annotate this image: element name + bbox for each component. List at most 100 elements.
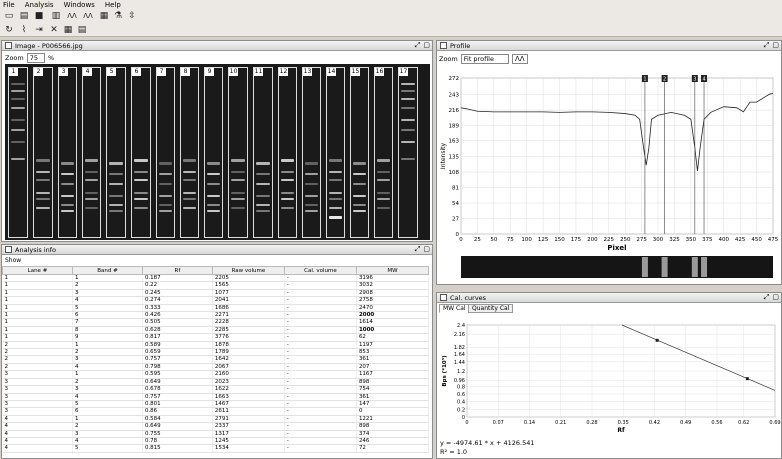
tab-mw-cal[interactable]: MW Cal [439, 304, 470, 313]
gel-band [281, 159, 294, 162]
gel-lane[interactable]: 3 [58, 67, 77, 238]
table-row[interactable]: 3 2 0.649 2023-898 [2, 378, 430, 387]
y-tick-label: 54 [452, 201, 459, 207]
gel-lane[interactable]: 8 [180, 67, 199, 238]
table-row[interactable]: 1 1 0.187 2205-3196 [2, 274, 430, 283]
table-row[interactable]: 1 9 0.817 3776-62 [2, 333, 430, 342]
menu-windows[interactable]: Windows [64, 1, 95, 9]
gel-band [305, 162, 318, 165]
table-row[interactable]: 4 5 0.815 1534-72 [2, 444, 430, 453]
band-marker-label: 1 [643, 77, 646, 83]
table-row[interactable]: 3 3 0.678 1622-754 [2, 385, 430, 394]
table-row[interactable]: 4 2 0.649 2337-898 [2, 422, 430, 431]
zoom-bar: Zoom 75 % [5, 53, 54, 63]
gel-lane[interactable]: 11 [253, 67, 273, 238]
maximize-icon[interactable]: ▢ [772, 293, 779, 302]
table-row[interactable]: 4 4 0.78 1245-246 [2, 437, 430, 446]
gel-image[interactable]: 1 2 3 4 5 6 7 8 9 10 11 12 13 14 15 16 17 [5, 64, 430, 240]
table-row[interactable]: 2 2 0.659 1789-853 [2, 348, 430, 357]
restore-icon[interactable]: ⤢ [764, 293, 770, 302]
menu-bar: File Analysis Windows Help [0, 0, 782, 9]
table-row[interactable]: 3 5 0.801 1467-147 [2, 400, 430, 409]
table-row[interactable]: 4 3 0.755 1317-374 [2, 430, 430, 438]
table-row[interactable]: 2 3 0.757 1642-361 [2, 355, 430, 364]
grid-icon[interactable]: ▦ [97, 10, 111, 22]
table-cell: 0.757 [142, 355, 213, 364]
align-icon[interactable]: ⇳ [125, 10, 139, 22]
gel-lane[interactable]: 9 [204, 67, 223, 238]
gel-lane[interactable]: 6 [131, 67, 151, 238]
lanes-icon[interactable]: ▥ [49, 10, 63, 22]
maximize-icon[interactable]: ▢ [423, 245, 430, 254]
table-row[interactable]: 1 8 0.628 2285-1000 [2, 326, 430, 335]
bands-auto-icon[interactable]: ΛΛ [81, 10, 95, 22]
column-header[interactable]: Raw volume [211, 266, 285, 275]
table-row[interactable]: 3 4 0.757 1663-361 [2, 393, 430, 401]
zoom-select[interactable]: 75 [26, 53, 46, 63]
gel-band [207, 183, 220, 185]
table-cell: - [284, 311, 357, 320]
save-icon[interactable]: ■ [32, 10, 46, 22]
gel-band [109, 172, 123, 175]
table-icon[interactable]: ▦ [61, 24, 75, 36]
table-row[interactable]: 1 3 0.245 1077-2908 [2, 289, 430, 298]
profile-zoom-select[interactable]: Fit profile [460, 54, 509, 64]
table-row[interactable]: 2 1 0.589 1878-1197 [2, 341, 430, 350]
pipette-icon[interactable]: ⌇ [17, 24, 31, 36]
table-row[interactable]: 4 1 0.584 2791-1221 [2, 415, 430, 424]
cal-panel-titlebar: Cal. curves ⤢ ▢ [437, 293, 781, 303]
restore-icon[interactable]: ⤢ [764, 41, 770, 50]
split-icon[interactable]: ⇥ [32, 24, 46, 36]
table-row[interactable]: 2 4 0.798 2067-207 [2, 363, 430, 372]
gel-lane[interactable]: 2 [33, 67, 53, 238]
gel-lane[interactable]: 13 [302, 67, 321, 238]
menu-analysis[interactable]: Analysis [25, 1, 54, 9]
gel-band [231, 192, 245, 194]
restore-icon[interactable]: ⤢ [415, 245, 421, 254]
column-header[interactable]: Rf [141, 266, 213, 275]
table-row[interactable]: 1 4 0.274 2041-2758 [2, 296, 430, 305]
gel-lane[interactable]: 5 [106, 67, 126, 238]
table-cell: 1167 [356, 370, 430, 379]
gel-lane[interactable]: 17 [398, 67, 418, 238]
gel-lane[interactable]: 15 [350, 67, 369, 238]
gel-band [85, 192, 98, 194]
gel-lane[interactable]: 4 [82, 67, 101, 238]
rotate-icon[interactable]: ↻ [2, 24, 16, 36]
gel-band [36, 207, 50, 209]
flask-icon[interactable]: ⚗ [111, 10, 125, 22]
lane-number: 7 [157, 68, 166, 76]
show-label[interactable]: Show [5, 257, 21, 264]
menu-file[interactable]: File [3, 1, 15, 9]
gel-lane[interactable]: 12 [278, 67, 297, 238]
table-cell: 3 [72, 430, 143, 438]
gel-lane[interactable]: 7 [156, 67, 175, 238]
table-cell: 3196 [356, 274, 430, 283]
lane-number: 4 [83, 68, 92, 76]
maximize-icon[interactable]: ▢ [423, 41, 430, 50]
gel-lane[interactable]: 1 [8, 67, 28, 238]
tab-quantity-cal[interactable]: Quantity Cal [468, 304, 514, 313]
table-row[interactable]: 1 7 0.505 2228-1614 [2, 318, 430, 327]
menu-help[interactable]: Help [105, 1, 121, 9]
new-icon[interactable]: ▭ [2, 10, 16, 22]
column-header[interactable]: Lane # [2, 266, 73, 275]
table-row[interactable]: 3 6 0.86 2611-0 [2, 407, 430, 416]
table-row[interactable]: 1 2 0.22 1565-3032 [2, 281, 430, 290]
bands-icon[interactable]: ΛΛ [65, 10, 79, 22]
gel-lane[interactable]: 10 [228, 67, 248, 238]
table-row[interactable]: 3 1 0.595 2160-1167 [2, 370, 430, 379]
open-icon[interactable]: ▤ [17, 10, 31, 22]
report-icon[interactable]: ▤ [75, 24, 89, 36]
table-row[interactable]: 1 6 0.426 2271-2000 [2, 311, 430, 320]
peak-icon[interactable]: ΛΛ [511, 54, 528, 64]
delete-icon[interactable]: ✕ [47, 24, 61, 36]
restore-icon[interactable]: ⤢ [415, 41, 421, 50]
table-row[interactable]: 1 5 0.333 1686-2470 [2, 304, 430, 313]
column-header[interactable]: Cal. volume [283, 266, 357, 275]
column-header[interactable]: MW [355, 266, 430, 275]
gel-lane[interactable]: 16 [374, 67, 393, 238]
gel-lane[interactable]: 14 [326, 67, 345, 238]
maximize-icon[interactable]: ▢ [772, 41, 779, 50]
column-header[interactable]: Band # [71, 266, 143, 275]
